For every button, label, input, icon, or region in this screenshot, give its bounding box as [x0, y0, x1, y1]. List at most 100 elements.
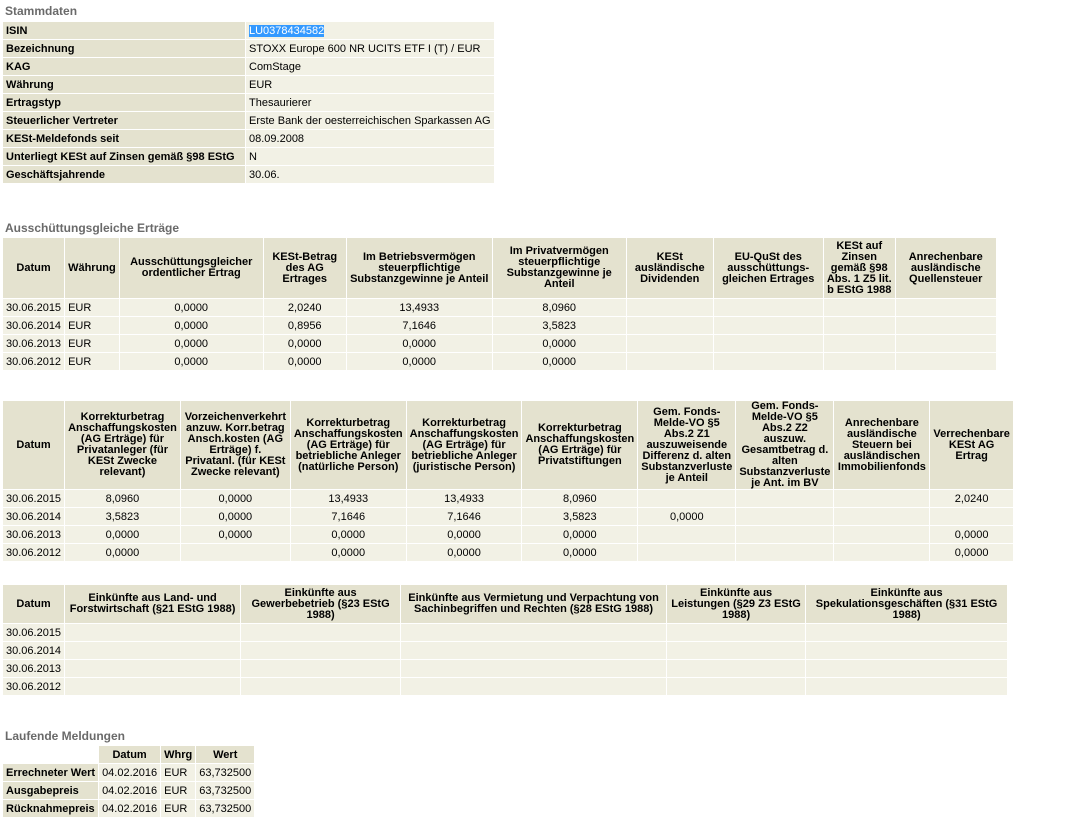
table-cell: 8,0960: [492, 299, 626, 316]
stammdaten-label: Währung: [3, 76, 245, 93]
stammdaten-value: N: [246, 148, 494, 165]
column-header: Einkünfte aus Gewerbebetrieb (§23 EStG 1…: [241, 585, 401, 623]
table-cell: [806, 678, 1008, 695]
isin-value-selected[interactable]: LU0378434582: [249, 24, 325, 37]
table-cell: [736, 526, 834, 543]
date-cell: 30.06.2012: [3, 678, 65, 695]
column-header: Einkünfte aus Leistungen (§29 Z3 EStG 19…: [667, 585, 806, 623]
stammdaten-row: KESt-Meldefonds seit 08.09.2008: [3, 130, 494, 147]
table-row: Rücknahmepreis 04.02.2016 EUR 63,732500: [3, 800, 255, 817]
stammdaten-label: KAG: [3, 58, 245, 75]
table-cell: [713, 335, 823, 352]
table-cell: [736, 508, 834, 525]
table-cell: [713, 299, 823, 316]
column-header: [3, 746, 99, 763]
table-header-row: Datum Einkünfte aus Land- und Forstwirtsc…: [3, 585, 1008, 623]
table-cell: 0,0000: [346, 353, 492, 370]
table-cell: 13,4933: [290, 490, 406, 507]
laufende-title: Laufende Meldungen: [5, 729, 125, 743]
table-cell: EUR: [161, 800, 196, 817]
table-cell: [736, 544, 834, 561]
column-header: Anrechenbare ausländische Steuern bei au…: [834, 401, 930, 489]
table-cell: 0,0000: [522, 526, 638, 543]
column-header: EU-QuSt des ausschüttungs-gleichen Ertra…: [713, 238, 823, 298]
table-row: 30.06.2013 0,0000 0,0000 0,0000 0,0000 0,0000…: [3, 526, 1013, 543]
column-header: Whrg: [161, 746, 196, 763]
date-cell: 30.06.2014: [3, 317, 65, 334]
column-header: Ausschüttungsgleicher ordentlicher Ertra…: [119, 238, 263, 298]
table-cell: [401, 660, 667, 677]
date-cell: 30.06.2013: [3, 660, 65, 677]
stammdaten-row: Währung EUR: [3, 76, 494, 93]
table-cell: 13,4933: [406, 490, 522, 507]
table-cell: [667, 624, 806, 641]
stammdaten-row: ISIN LU0378434582: [3, 22, 494, 39]
table-cell: EUR: [65, 299, 119, 316]
stammdaten-label: Bezeichnung: [3, 40, 245, 57]
column-header: KESt auf Zinsen gemäß §98 Abs. 1 Z5 lit.…: [823, 238, 895, 298]
column-header: Währung: [65, 238, 119, 298]
table-cell: [401, 624, 667, 641]
table-header-row: Datum Whrg Wert: [3, 746, 255, 763]
stammdaten-title: Stammdaten: [5, 4, 78, 18]
stammdaten-value: EUR: [246, 76, 494, 93]
column-header: Im Betriebsvermögen steuerpflichtige Sub…: [346, 238, 492, 298]
table-cell: 3,5823: [492, 317, 626, 334]
table-cell: 0,0000: [346, 335, 492, 352]
column-header: Datum: [99, 746, 161, 763]
column-header: Gem. Fonds-Melde-VO §5 Abs.2 Z2 auszuw. …: [736, 401, 834, 489]
table-cell: [626, 353, 713, 370]
table-cell: [895, 299, 996, 316]
table-cell: [638, 544, 736, 561]
table-header-row: Datum Korrekturbetrag Anschaffungskosten …: [3, 401, 1013, 489]
table-cell: 8,0960: [522, 490, 638, 507]
stammdaten-row: Ertragstyp Thesaurierer: [3, 94, 494, 111]
table-cell: 0,0000: [263, 353, 346, 370]
table-cell: 63,732500: [196, 764, 255, 781]
table-cell: 0,0000: [522, 544, 638, 561]
column-header: KESt ausländische Dividenden: [626, 238, 713, 298]
table-header-row: Datum Währung Ausschüttungsgleicher ordent…: [3, 238, 996, 298]
stammdaten-body: ISIN LU0378434582 Bezeichnung STOXX Europe …: [3, 22, 494, 183]
date-cell: 30.06.2012: [3, 544, 65, 561]
table-cell: [713, 353, 823, 370]
table-cell: 0,0000: [290, 526, 406, 543]
table-cell: 0,0000: [638, 508, 736, 525]
table-cell: [736, 490, 834, 507]
date-cell: 30.06.2015: [3, 624, 65, 641]
stammdaten-value: Erste Bank der oesterreichischen Sparkas…: [246, 112, 494, 129]
column-header: Gem. Fonds-Melde-VO §5 Abs.2 Z1 auszuwei…: [638, 401, 736, 489]
column-header: Einkünfte aus Land- und Forstwirtschaft …: [65, 585, 241, 623]
date-cell: 30.06.2015: [3, 299, 65, 316]
stammdaten-value: STOXX Europe 600 NR UCITS ETF I (T) / EU…: [246, 40, 494, 57]
table-cell: [823, 335, 895, 352]
table-row: Errechneter Wert 04.02.2016 EUR 63,732500: [3, 764, 255, 781]
column-header: Anrechenbare ausländische Quellensteuer: [895, 238, 996, 298]
table-cell: [895, 335, 996, 352]
table-cell: [241, 642, 401, 659]
table-cell: 7,1646: [346, 317, 492, 334]
table-cell: 2,0240: [263, 299, 346, 316]
table-cell: 0,0000: [406, 544, 522, 561]
table-cell: [241, 660, 401, 677]
stammdaten-row: Unterliegt KESt auf Zinsen gemäß §98 ESt…: [3, 148, 494, 165]
laufende-table: Datum Whrg Wert Errechneter Wert 04.02.2016…: [2, 745, 255, 818]
table-cell: [638, 490, 736, 507]
column-header: Datum: [3, 238, 65, 298]
column-header: Datum: [3, 585, 65, 623]
table-row: 30.06.2013: [3, 660, 1008, 677]
table-cell: EUR: [65, 317, 119, 334]
table-cell: [823, 317, 895, 334]
table-row: 30.06.2012: [3, 678, 1008, 695]
table-cell: [834, 508, 930, 525]
column-header: KESt-Betrag des AG Ertrages: [263, 238, 346, 298]
table-cell: [713, 317, 823, 334]
column-header: Im Privatvermögen steuerpflichtige Subst…: [492, 238, 626, 298]
table-cell: [806, 660, 1008, 677]
stammdaten-label: Steuerlicher Vertreter: [3, 112, 245, 129]
column-header: Korrekturbetrag Anschaffungskosten (AG E…: [406, 401, 522, 489]
stammdaten-label: ISIN: [3, 22, 245, 39]
table-cell: [667, 660, 806, 677]
stammdaten-row: Geschäftsjahrende 30.06.: [3, 166, 494, 183]
table-cell: 0,0000: [119, 299, 263, 316]
